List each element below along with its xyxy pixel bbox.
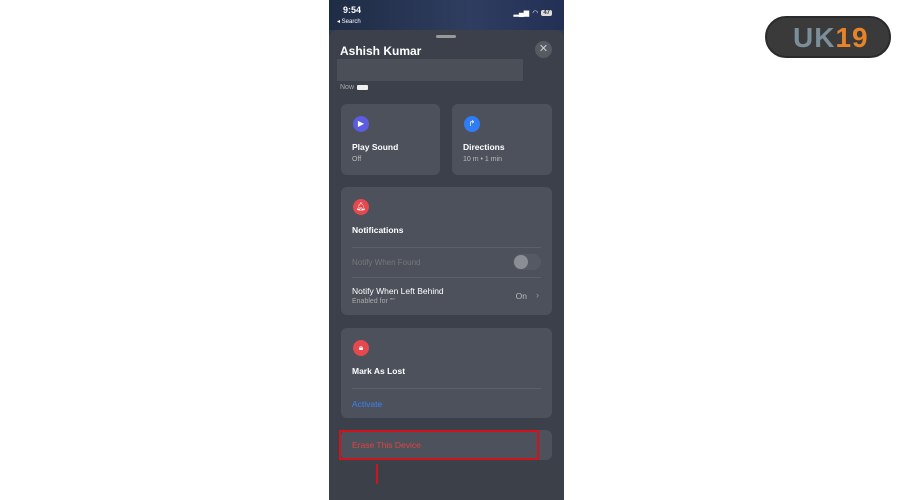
directions-label: Directions — [463, 142, 505, 152]
device-sheet: Ashish Kumar ✕ Now ▶ Play Sound Off ↱ Di… — [329, 30, 564, 500]
notify-when-found-toggle[interactable] — [513, 254, 541, 270]
phone-screen: 9:54 ◂ Search ▂▄▆ ◠ 47 Ashish Kumar ✕ Now … — [329, 0, 564, 500]
back-to-search[interactable]: ◂ Search — [337, 18, 361, 25]
directions-icon: ↱ — [464, 116, 480, 132]
notify-left-behind-label: Notify When Left Behind — [352, 286, 444, 296]
play-sound-button[interactable]: ▶ Play Sound Off — [341, 104, 440, 175]
mark-as-lost-title: Mark As Lost — [352, 366, 406, 376]
battery-icon: 47 — [541, 10, 552, 16]
notify-left-behind-row[interactable]: Notify When Left Behind Enabled for "" O… — [352, 277, 541, 313]
mark-as-lost-card: 🔒︎ Mark As Lost Activate — [341, 328, 552, 418]
notifications-title: Notifications — [352, 225, 404, 235]
signal-icon: ▂▄▆ — [513, 10, 530, 17]
notifications-card: 🔔︎ Notifications Notify When Found Notif… — [341, 187, 552, 315]
play-sound-label: Play Sound — [352, 142, 399, 152]
address-redacted — [337, 59, 523, 81]
clock: 9:54 — [343, 5, 362, 15]
notify-when-found-label: Notify When Found — [352, 258, 421, 267]
device-name: Ashish Kumar — [340, 44, 422, 58]
highlight-box — [339, 430, 539, 460]
updated-time: Now — [340, 84, 355, 91]
sheet-grabber[interactable] — [436, 35, 456, 38]
highlight-arrow — [376, 464, 378, 484]
notify-left-behind-value: On — [515, 291, 527, 301]
close-button[interactable]: ✕ — [535, 41, 552, 58]
wifi-icon: ◠ — [532, 10, 539, 17]
directions-button[interactable]: ↱ Directions 10 m • 1 min — [452, 104, 552, 175]
notify-when-found-row: Notify When Found — [352, 247, 541, 277]
play-sound-status: Off — [352, 156, 362, 163]
bell-icon: 🔔︎ — [353, 199, 369, 215]
status-bar: 9:54 ◂ Search ▂▄▆ ◠ 47 — [329, 0, 564, 30]
play-icon: ▶ — [353, 116, 369, 132]
uk19-logo: UK19 — [765, 16, 891, 58]
notify-left-behind-sub: Enabled for "" — [352, 298, 395, 305]
chevron-right-icon: › — [536, 290, 539, 300]
directions-distance: 10 m • 1 min — [463, 156, 503, 163]
logo-text-b: 19 — [835, 22, 869, 53]
lock-icon: 🔒︎ — [353, 340, 369, 356]
logo-text-a: UK — [793, 22, 836, 53]
battery-icon — [357, 84, 369, 90]
activate-link[interactable]: Activate — [352, 399, 382, 409]
